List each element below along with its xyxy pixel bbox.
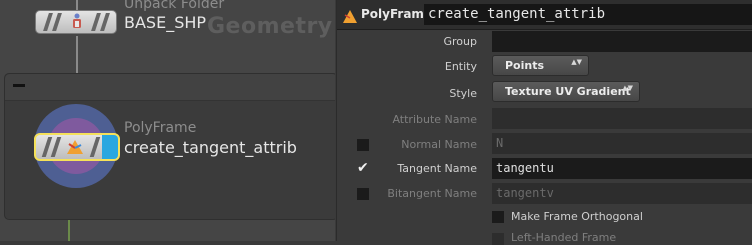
upstream-node-name: BASE_SHP (124, 13, 207, 32)
parameter-header: PolyFrame create_tangent_attrib (337, 0, 752, 30)
display-flag[interactable] (102, 135, 118, 159)
network-editor[interactable]: Geometry Unpack Folder BASE_SHP PolyFram… (0, 0, 335, 241)
menu-arrows-icon: ▲▼ (622, 84, 633, 92)
upstream-node-type: Unpack Folder (124, 0, 225, 12)
attribute-name-label: Attribute Name (392, 113, 477, 126)
unpack-icon (70, 13, 84, 33)
context-label: Geometry (207, 14, 333, 39)
left-handed-frame-label: Left-Handed Frame (511, 231, 617, 244)
style-value: Texture UV Gradient (505, 85, 631, 98)
make-frame-orthogonal-label: Make Frame Orthogonal (511, 210, 643, 223)
wire-top (76, 0, 78, 10)
upstream-node[interactable] (35, 10, 117, 34)
bitangent-name-toggle[interactable] (357, 188, 369, 200)
selected-node[interactable] (34, 133, 120, 161)
parameter-pane: PolyFrame create_tangent_attrib Group En… (336, 0, 752, 245)
node-type-label: PolyFrame (361, 7, 433, 21)
tangent-name-checkmark-icon[interactable]: ✔ (357, 161, 369, 175)
bitangent-name-field: tangentv (492, 183, 752, 204)
polyframe-icon (343, 8, 357, 23)
style-label: Style (449, 87, 477, 100)
entity-label: Entity (444, 60, 477, 73)
network-box-header[interactable] (5, 74, 335, 101)
bitangent-name-label: Bitangent Name (387, 187, 477, 200)
group-field[interactable] (492, 31, 752, 52)
selected-node-type: PolyFrame (124, 120, 197, 136)
polyframe-icon (66, 139, 84, 159)
normal-name-field: N (492, 133, 752, 154)
normal-name-toggle[interactable] (357, 139, 369, 151)
entity-value: Points (505, 59, 545, 72)
wire-upstream (76, 36, 78, 73)
menu-arrows-icon: ▲▼ (571, 58, 582, 66)
tangent-name-field[interactable]: tangentu (492, 158, 752, 179)
entity-menu[interactable]: Points ▲▼ (492, 55, 589, 76)
node-name-field[interactable]: create_tangent_attrib (424, 4, 752, 25)
tangent-name-label: Tangent Name (397, 162, 477, 175)
attribute-name-field (492, 108, 752, 129)
collapse-icon[interactable] (13, 84, 25, 87)
group-label: Group (443, 35, 478, 48)
selected-node-name[interactable]: create_tangent_attrib (124, 138, 297, 157)
left-handed-frame-toggle[interactable] (492, 233, 504, 245)
style-menu[interactable]: Texture UV Gradient ▲▼ (492, 81, 640, 102)
normal-name-label: Normal Name (401, 138, 477, 151)
make-frame-orthogonal-toggle[interactable] (492, 211, 504, 223)
